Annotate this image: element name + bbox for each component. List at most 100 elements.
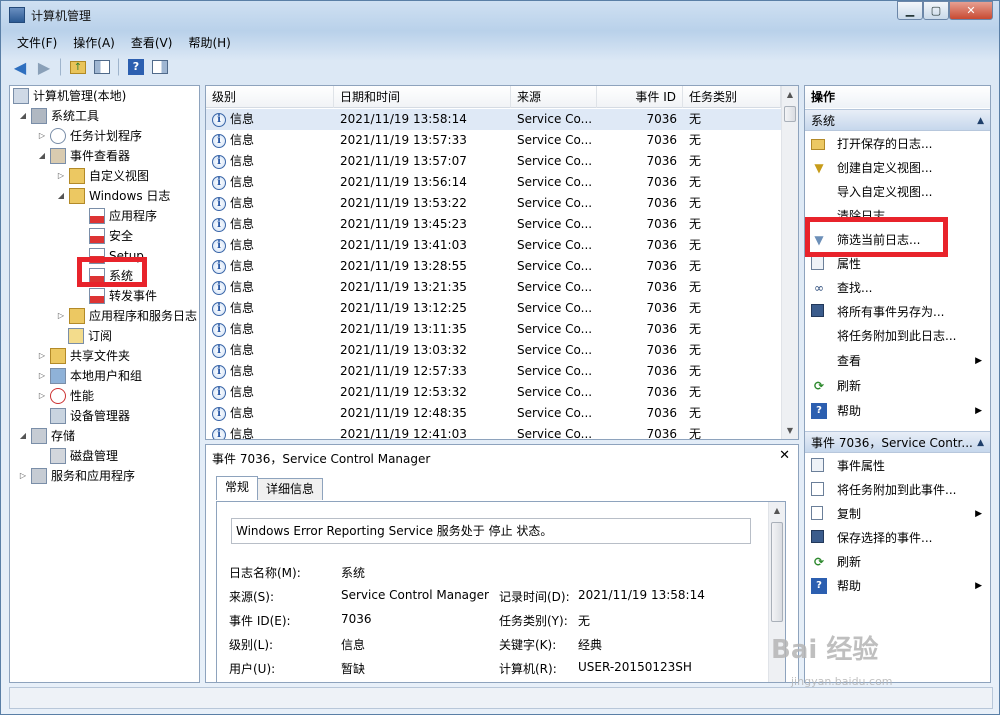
action-save-all-events[interactable]: 将所有事件另存为... [805, 301, 990, 323]
scroll-thumb[interactable] [771, 522, 783, 622]
expand-icon[interactable]: ▷ [37, 386, 47, 406]
tree-node-disk-management[interactable]: 磁盘管理 [50, 446, 118, 466]
expand-icon[interactable]: ▷ [56, 166, 66, 186]
tree-node-app-services-logs[interactable]: ▷ 应用程序和服务日志 [56, 306, 197, 326]
column-header-level[interactable]: 级别 [206, 86, 334, 108]
expand-icon[interactable]: ▷ [56, 306, 66, 326]
collapse-icon[interactable]: ◢ [56, 186, 66, 206]
show-hide-action-pane-button[interactable] [149, 56, 171, 78]
tree-node-security[interactable]: 安全 [89, 226, 133, 246]
event-row[interactable]: i 信息 2021/11/19 13:21:35 Service Co... 7036 无 [206, 277, 781, 298]
scroll-thumb[interactable] [784, 106, 796, 122]
action-find[interactable]: ∞ 查找... [805, 277, 990, 299]
tab-details[interactable]: 详细信息 [257, 478, 324, 500]
tree-node-task-scheduler[interactable]: ▷ 任务计划程序 [37, 126, 142, 146]
tree-node-event-viewer[interactable]: ◢ 事件查看器 [37, 146, 130, 166]
help-button[interactable]: ? [125, 56, 147, 78]
event-row[interactable]: i 信息 2021/11/19 13:03:32 Service Co... 7036 无 [206, 340, 781, 361]
expand-icon[interactable]: ▷ [37, 366, 47, 386]
maximize-button[interactable]: ▢ [923, 1, 949, 20]
tree-node-system-tools[interactable]: ◢ 系统工具 [18, 106, 99, 126]
tree-node-storage[interactable]: ◢ 存储 [18, 426, 75, 446]
menu-help[interactable]: 帮助(H) [180, 33, 238, 53]
collapse-icon[interactable]: ◢ [18, 426, 28, 446]
tree-node-root[interactable]: 计算机管理(本地) [13, 86, 126, 106]
action-filter-current-log[interactable]: ▼ 筛选当前日志... [805, 229, 990, 251]
action-attach-task-to-log[interactable]: 将任务附加到此日志... [805, 325, 990, 347]
up-one-level-button[interactable]: ↑ [67, 56, 89, 78]
tree-node-application[interactable]: 应用程序 [89, 206, 157, 226]
tree-node-services-apps[interactable]: ▷ 服务和应用程序 [18, 466, 135, 486]
event-row[interactable]: i 信息 2021/11/19 13:45:23 Service Co... 7036 无 [206, 214, 781, 235]
collapse-icon[interactable]: ◢ [18, 106, 28, 126]
tree-node-system[interactable]: 系统 [89, 266, 133, 286]
back-button[interactable]: ◀ [9, 56, 31, 78]
event-description[interactable]: Windows Error Reporting Service 服务处于 停止 … [231, 518, 751, 544]
event-row[interactable]: i 信息 2021/11/19 13:53:22 Service Co... 7036 无 [206, 193, 781, 214]
event-row[interactable]: i 信息 2021/11/19 13:12:25 Service Co... 7036 无 [206, 298, 781, 319]
event-row[interactable]: i 信息 2021/11/19 13:28:55 Service Co... 7036 无 [206, 256, 781, 277]
scroll-up-icon[interactable]: ▲ [769, 502, 785, 519]
column-header-event-id[interactable]: 事件 ID [597, 86, 683, 108]
collapse-up-icon[interactable]: ▲ [977, 432, 984, 454]
tree-node-shared-folders[interactable]: ▷ 共享文件夹 [37, 346, 130, 366]
action-event-properties[interactable]: 事件属性 [805, 455, 990, 477]
action-create-custom-view[interactable]: ▼ 创建自定义视图... [805, 157, 990, 179]
event-list-scrollbar[interactable]: ▲ ▼ [781, 86, 798, 439]
event-row[interactable]: i 信息 2021/11/19 13:58:14 Service Co... 7036 无 [206, 109, 781, 130]
action-view[interactable]: 查看 ▶ [805, 350, 990, 372]
action-help[interactable]: ? 帮助 ▶ [805, 400, 990, 422]
tree-node-device-manager[interactable]: 设备管理器 [50, 406, 130, 426]
action-refresh-event[interactable]: ⟳ 刷新 [805, 551, 990, 573]
expand-icon[interactable]: ▷ [37, 126, 47, 146]
event-row[interactable]: i 信息 2021/11/19 13:57:33 Service Co... 7036 无 [206, 130, 781, 151]
tree-node-subscriptions[interactable]: 订阅 [68, 326, 112, 346]
scroll-down-icon[interactable]: ▼ [782, 422, 798, 439]
tree-node-performance[interactable]: ▷ 性能 [37, 386, 94, 406]
tree-node-custom-views[interactable]: ▷ 自定义视图 [56, 166, 149, 186]
event-row[interactable]: i 信息 2021/11/19 13:57:07 Service Co... 7036 无 [206, 151, 781, 172]
event-row[interactable]: i 信息 2021/11/19 12:41:03 Service Co... 7036 无 [206, 424, 781, 440]
close-detail-icon[interactable]: ✕ [779, 448, 790, 463]
event-row[interactable]: i 信息 2021/11/19 13:56:14 Service Co... 7036 无 [206, 172, 781, 193]
forward-button[interactable]: ▶ [33, 56, 55, 78]
show-hide-tree-button[interactable] [91, 56, 113, 78]
event-row[interactable]: i 信息 2021/11/19 13:41:03 Service Co... 7036 无 [206, 235, 781, 256]
action-help-event[interactable]: ? 帮助 ▶ [805, 575, 990, 597]
actions-section-event[interactable]: 事件 7036，Service Contr... ▲ [805, 431, 990, 453]
tab-general[interactable]: 常规 [216, 476, 259, 500]
cell-text: 无 [689, 112, 702, 126]
expand-icon[interactable]: ▷ [37, 346, 47, 366]
column-header-datetime[interactable]: 日期和时间 [334, 86, 511, 108]
tree-node-forwarded-events[interactable]: 转发事件 [89, 286, 157, 306]
cell-text: 7036 [646, 427, 677, 440]
title-bar[interactable]: 计算机管理 ▁ ▢ ✕ [1, 1, 999, 29]
action-save-selected-events[interactable]: 保存选择的事件... [805, 527, 990, 549]
event-row[interactable]: i 信息 2021/11/19 13:11:35 Service Co... 7036 无 [206, 319, 781, 340]
expand-icon[interactable]: ▷ [18, 466, 28, 486]
column-header-task-category[interactable]: 任务类别 [683, 86, 781, 108]
action-clear-log[interactable]: 清除日志... [805, 205, 990, 227]
menu-file[interactable]: 文件(F) [9, 33, 65, 53]
menu-action[interactable]: 操作(A) [65, 33, 123, 53]
event-row[interactable]: i 信息 2021/11/19 12:57:33 Service Co... 7036 无 [206, 361, 781, 382]
event-row[interactable]: i 信息 2021/11/19 12:48:35 Service Co... 7036 无 [206, 403, 781, 424]
action-copy[interactable]: 复制 ▶ [805, 503, 990, 525]
minimize-button[interactable]: ▁ [897, 1, 923, 20]
actions-section-system[interactable]: 系统 ▲ [805, 109, 990, 131]
scroll-up-icon[interactable]: ▲ [782, 86, 798, 103]
action-import-custom-view[interactable]: 导入自定义视图... [805, 181, 990, 203]
action-attach-task-to-event[interactable]: 将任务附加到此事件... [805, 479, 990, 501]
action-open-saved-log[interactable]: 打开保存的日志... [805, 133, 990, 155]
close-button[interactable]: ✕ [949, 1, 993, 20]
menu-view[interactable]: 查看(V) [123, 33, 181, 53]
tree-node-local-users[interactable]: ▷ 本地用户和组 [37, 366, 142, 386]
collapse-icon[interactable]: ◢ [37, 146, 47, 166]
action-refresh[interactable]: ⟳ 刷新 [805, 375, 990, 397]
event-row[interactable]: i 信息 2021/11/19 12:53:32 Service Co... 7036 无 [206, 382, 781, 403]
column-header-source[interactable]: 来源 [511, 86, 597, 108]
tree-node-windows-logs[interactable]: ◢ Windows 日志 [56, 186, 170, 206]
tree-node-setup[interactable]: Setup [89, 246, 144, 266]
collapse-up-icon[interactable]: ▲ [977, 110, 984, 132]
action-properties[interactable]: 属性 [805, 253, 990, 275]
